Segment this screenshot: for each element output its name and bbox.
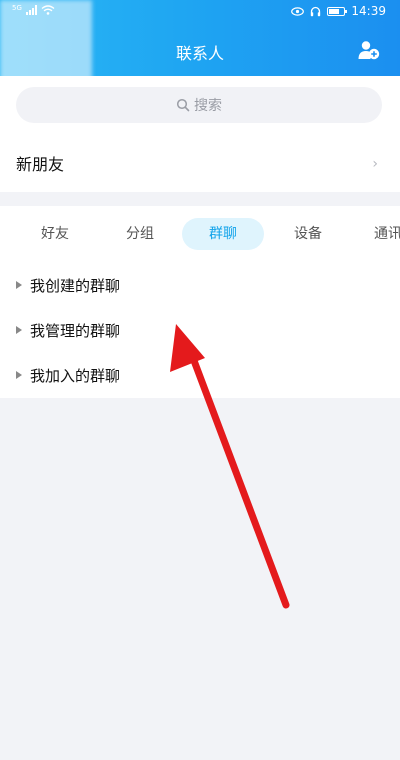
status-left: 5G <box>12 3 55 15</box>
search-section: 搜索 <box>0 76 400 134</box>
wifi-icon <box>41 5 55 15</box>
signal-label: 5G <box>12 3 22 12</box>
tab-groups[interactable]: 分组 <box>107 218 173 250</box>
contacts-panel: 好友 分组 群聊 设备 通讯 我创建的群聊 我管理的群聊 我加入的群聊 <box>0 206 400 398</box>
status-right: 14:39 <box>291 4 386 18</box>
group-joined[interactable]: 我加入的群聊 <box>16 364 120 386</box>
group-managed[interactable]: 我管理的群聊 <box>16 319 120 341</box>
status-bar: 5G 14:39 <box>0 0 400 24</box>
headphones-icon <box>311 6 321 16</box>
tab-group-chats[interactable]: 群聊 <box>182 218 264 250</box>
triangle-icon <box>16 281 22 289</box>
eye-icon <box>291 6 305 16</box>
page-title: 联系人 <box>175 44 224 63</box>
triangle-icon <box>16 371 22 379</box>
new-friends-label: 新朋友 <box>16 155 65 174</box>
signal-icon <box>25 5 37 15</box>
chevron-right-icon: › <box>372 156 378 172</box>
group-created-label: 我创建的群聊 <box>30 276 121 295</box>
search-input[interactable]: 搜索 <box>16 87 382 123</box>
search-placeholder: 搜索 <box>194 98 222 114</box>
new-friends-row[interactable]: 新朋友 › <box>0 134 400 192</box>
status-time: 14:39 <box>351 4 386 18</box>
tab-devices[interactable]: 设备 <box>275 218 341 250</box>
battery-icon <box>327 6 348 16</box>
header-bar: 5G 14:39 联系人 <box>0 0 400 84</box>
contacts-tabs: 好友 分组 群聊 设备 通讯 <box>0 218 400 254</box>
group-created[interactable]: 我创建的群聊 <box>16 274 120 296</box>
tab-address-book-label: 通讯 <box>374 226 400 242</box>
group-joined-label: 我加入的群聊 <box>30 366 121 385</box>
tab-address-book[interactable]: 通讯 <box>360 218 400 250</box>
search-icon <box>176 98 190 112</box>
group-managed-label: 我管理的群聊 <box>30 321 121 340</box>
add-friend-icon[interactable] <box>358 40 380 60</box>
triangle-icon <box>16 326 22 334</box>
tab-friends[interactable]: 好友 <box>22 218 88 250</box>
